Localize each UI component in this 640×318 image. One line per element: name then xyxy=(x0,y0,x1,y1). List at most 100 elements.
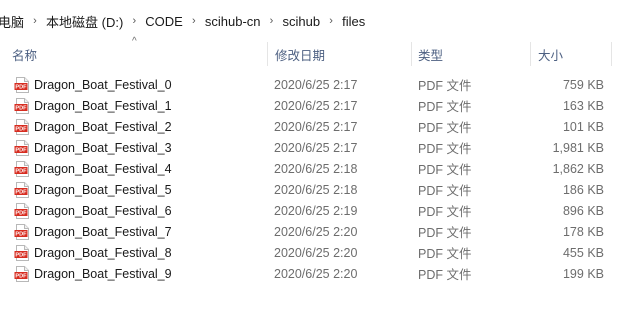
chevron-right-icon[interactable]: › xyxy=(28,8,42,34)
file-size: 163 KB xyxy=(562,98,604,113)
file-type: PDF 文件 xyxy=(418,268,472,282)
file-size: 1,981 KB xyxy=(552,140,604,155)
file-type: PDF 文件 xyxy=(418,79,472,93)
file-name: Dragon_Boat_Festival_1 xyxy=(34,98,172,113)
file-date: 2020/6/25 2:17 xyxy=(274,140,358,155)
file-explorer-window: 电脑 › 本地磁盘 (D:) › CODE › scihub-cn › scih… xyxy=(0,0,640,318)
file-type: PDF 文件 xyxy=(418,121,472,135)
breadcrumb: 电脑 › 本地磁盘 (D:) › CODE › scihub-cn › scih… xyxy=(0,8,640,34)
file-date: 2020/6/25 2:20 xyxy=(274,224,358,239)
file-date: 2020/6/25 2:19 xyxy=(274,203,358,218)
file-type: PDF 文件 xyxy=(418,205,472,219)
pdf-file-icon: PDF xyxy=(14,181,29,198)
file-type: PDF 文件 xyxy=(418,184,472,198)
file-name: Dragon_Boat_Festival_4 xyxy=(34,161,172,176)
file-date: 2020/6/25 2:20 xyxy=(274,245,358,260)
file-name: Dragon_Boat_Festival_0 xyxy=(34,77,172,92)
file-size: 178 KB xyxy=(562,224,604,239)
column-header-name-label: 名称 xyxy=(12,48,38,63)
column-header-type-label: 类型 xyxy=(418,48,444,63)
file-name-cell: PDF Dragon_Boat_Festival_3 xyxy=(14,137,172,158)
file-type: PDF 文件 xyxy=(418,247,472,261)
pdf-file-icon: PDF xyxy=(14,265,29,282)
breadcrumb-item-files[interactable]: files xyxy=(338,8,369,34)
pdf-file-icon: PDF xyxy=(14,223,29,240)
svg-text:PDF: PDF xyxy=(15,126,27,132)
file-size: 186 KB xyxy=(562,182,604,197)
file-date: 2020/6/25 2:18 xyxy=(274,161,358,176)
file-type: PDF 文件 xyxy=(418,163,472,177)
file-name: Dragon_Boat_Festival_5 xyxy=(34,182,172,197)
file-row[interactable]: PDF Dragon_Boat_Festival_5 2020/6/25 2:1… xyxy=(0,179,640,200)
column-header-row: ^ 名称 修改日期 类型 大小 xyxy=(0,36,640,68)
file-name: Dragon_Boat_Festival_9 xyxy=(34,266,172,281)
svg-text:PDF: PDF xyxy=(15,252,27,258)
pdf-file-icon: PDF xyxy=(14,244,29,261)
column-header-type[interactable]: 类型 xyxy=(418,40,523,68)
file-row[interactable]: PDF Dragon_Boat_Festival_7 2020/6/25 2:2… xyxy=(0,221,640,242)
file-name-cell: PDF Dragon_Boat_Festival_7 xyxy=(14,221,172,242)
file-row[interactable]: PDF Dragon_Boat_Festival_2 2020/6/25 2:1… xyxy=(0,116,640,137)
breadcrumb-item-scihub-cn[interactable]: scihub-cn xyxy=(201,8,265,34)
svg-text:PDF: PDF xyxy=(15,84,27,90)
chevron-right-icon[interactable]: › xyxy=(324,8,338,34)
file-size: 199 KB xyxy=(562,266,604,281)
breadcrumb-item-local-disk[interactable]: 本地磁盘 (D:) xyxy=(42,8,127,34)
file-name: Dragon_Boat_Festival_2 xyxy=(34,119,172,134)
file-date: 2020/6/25 2:18 xyxy=(274,182,358,197)
column-header-size[interactable]: 大小 xyxy=(538,40,628,68)
file-date: 2020/6/25 2:20 xyxy=(274,266,358,281)
svg-text:PDF: PDF xyxy=(15,168,27,174)
file-type: PDF 文件 xyxy=(418,100,472,114)
file-name: Dragon_Boat_Festival_3 xyxy=(34,140,172,155)
file-row[interactable]: PDF Dragon_Boat_Festival_1 2020/6/25 2:1… xyxy=(0,95,640,116)
breadcrumb-item-scihub[interactable]: scihub xyxy=(279,8,325,34)
column-divider[interactable] xyxy=(530,42,531,66)
file-list: PDF Dragon_Boat_Festival_0 2020/6/25 2:1… xyxy=(0,74,640,284)
file-type: PDF 文件 xyxy=(418,226,472,240)
file-name-cell: PDF Dragon_Boat_Festival_5 xyxy=(14,179,172,200)
chevron-right-icon[interactable]: › xyxy=(127,8,141,34)
column-header-date-label: 修改日期 xyxy=(275,48,326,63)
file-name-cell: PDF Dragon_Boat_Festival_8 xyxy=(14,242,172,263)
svg-text:PDF: PDF xyxy=(15,105,27,111)
file-size: 455 KB xyxy=(562,245,604,260)
column-header-size-label: 大小 xyxy=(538,48,564,63)
file-name-cell: PDF Dragon_Boat_Festival_0 xyxy=(14,74,172,95)
svg-text:PDF: PDF xyxy=(15,273,27,279)
file-row[interactable]: PDF Dragon_Boat_Festival_9 2020/6/25 2:2… xyxy=(0,263,640,284)
file-name: Dragon_Boat_Festival_6 xyxy=(34,203,172,218)
file-size: 759 KB xyxy=(562,77,604,92)
column-divider[interactable] xyxy=(411,42,412,66)
pdf-file-icon: PDF xyxy=(14,76,29,93)
breadcrumb-item-code[interactable]: CODE xyxy=(141,8,187,34)
file-date: 2020/6/25 2:17 xyxy=(274,77,358,92)
file-name-cell: PDF Dragon_Boat_Festival_4 xyxy=(14,158,172,179)
file-size: 1,862 KB xyxy=(552,161,604,176)
file-name-cell: PDF Dragon_Boat_Festival_9 xyxy=(14,263,172,284)
file-row[interactable]: PDF Dragon_Boat_Festival_4 2020/6/25 2:1… xyxy=(0,158,640,179)
file-row[interactable]: PDF Dragon_Boat_Festival_6 2020/6/25 2:1… xyxy=(0,200,640,221)
column-header-date[interactable]: 修改日期 xyxy=(275,40,405,68)
column-divider[interactable] xyxy=(611,42,612,66)
svg-text:PDF: PDF xyxy=(15,147,27,153)
file-type: PDF 文件 xyxy=(418,142,472,156)
file-row[interactable]: PDF Dragon_Boat_Festival_3 2020/6/25 2:1… xyxy=(0,137,640,158)
chevron-right-icon[interactable]: › xyxy=(265,8,279,34)
file-date: 2020/6/25 2:17 xyxy=(274,98,358,113)
file-name: Dragon_Boat_Festival_7 xyxy=(34,224,172,239)
column-header-name[interactable]: 名称 xyxy=(12,40,262,68)
svg-text:PDF: PDF xyxy=(15,189,27,195)
svg-text:PDF: PDF xyxy=(15,231,27,237)
file-row[interactable]: PDF Dragon_Boat_Festival_8 2020/6/25 2:2… xyxy=(0,242,640,263)
pdf-file-icon: PDF xyxy=(14,118,29,135)
chevron-right-icon[interactable]: › xyxy=(187,8,201,34)
file-name-cell: PDF Dragon_Boat_Festival_1 xyxy=(14,95,172,116)
file-size: 896 KB xyxy=(562,203,604,218)
file-name-cell: PDF Dragon_Boat_Festival_2 xyxy=(14,116,172,137)
column-divider[interactable] xyxy=(267,42,268,66)
file-row[interactable]: PDF Dragon_Boat_Festival_0 2020/6/25 2:1… xyxy=(0,74,640,95)
breadcrumb-item-pc[interactable]: 电脑 xyxy=(0,8,28,34)
file-name-cell: PDF Dragon_Boat_Festival_6 xyxy=(14,200,172,221)
svg-text:PDF: PDF xyxy=(15,210,27,216)
